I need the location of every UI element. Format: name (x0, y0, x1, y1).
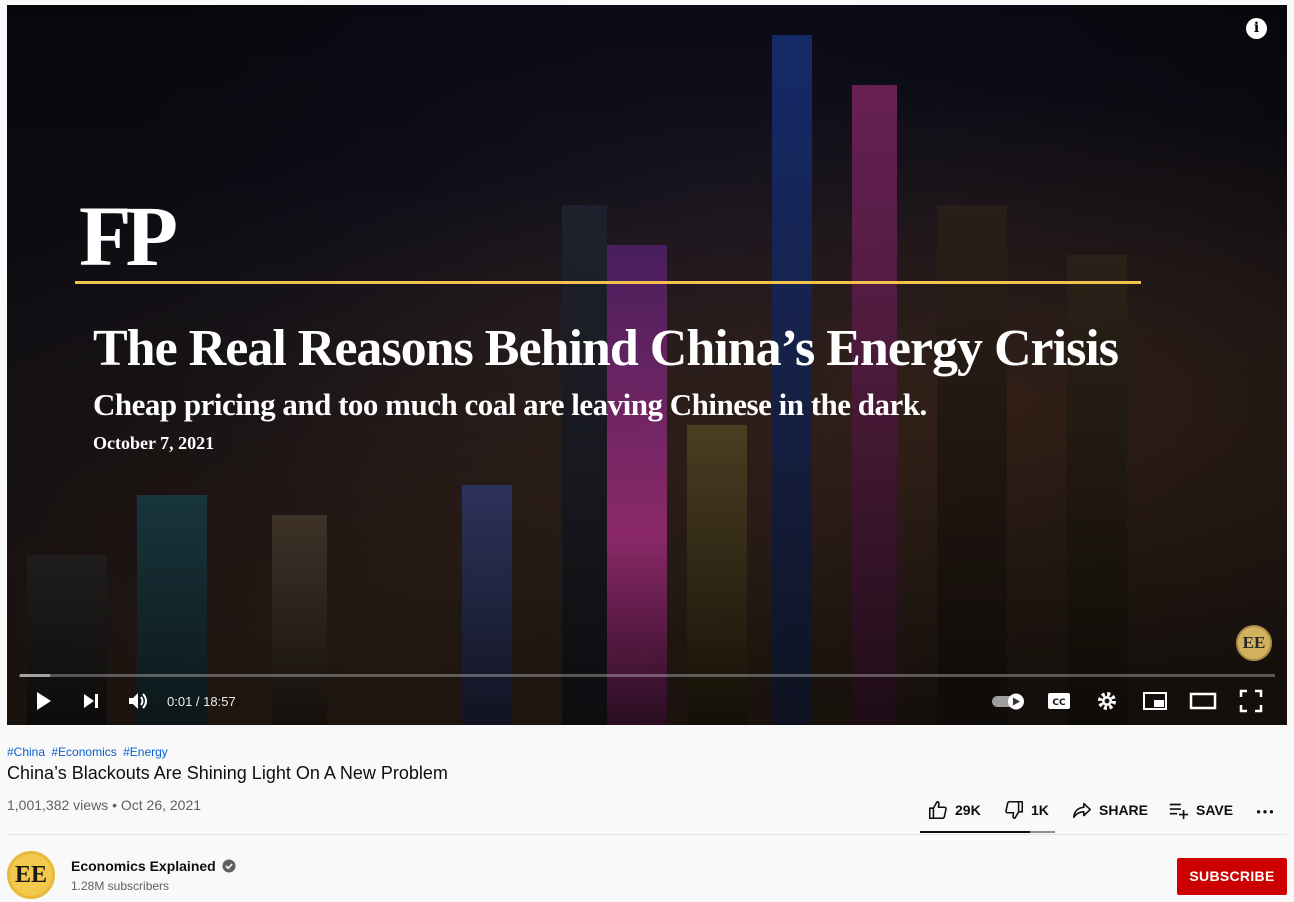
play-icon (37, 692, 51, 710)
save-label: SAVE (1196, 802, 1234, 818)
like-button[interactable]: 29K (927, 796, 981, 824)
video-meta: 1,001,382 views • Oct 26, 2021 (7, 797, 202, 813)
progress-bar[interactable] (19, 674, 1275, 677)
add-to-playlist-icon (1169, 803, 1189, 820)
more-horizontal-icon (1256, 810, 1274, 814)
player-controls: 0:01 / 18:57 CC (7, 681, 1287, 721)
miniplayer-button[interactable] (1141, 687, 1169, 715)
share-label: SHARE (1099, 802, 1149, 818)
closed-captions-icon: CC (1048, 693, 1070, 709)
progress-loaded (19, 674, 51, 677)
autoplay-toggle-icon (992, 693, 1024, 710)
sentiment-bar-dislike (1030, 831, 1055, 833)
video-player[interactable]: FP The Real Reasons Behind China’s Energ… (7, 5, 1287, 725)
fullscreen-button[interactable] (1237, 687, 1265, 715)
subscribe-button[interactable]: SUBSCRIBE (1177, 858, 1287, 895)
progress-played (19, 674, 21, 677)
fp-logo: FP (79, 188, 178, 284)
theater-mode-icon (1189, 692, 1217, 710)
channel-name: Economics Explained (71, 858, 216, 874)
hashtag-link[interactable]: #Energy (123, 745, 168, 759)
channel-name-link[interactable]: Economics Explained (71, 858, 236, 874)
gold-divider (75, 281, 1141, 284)
frame-date: October 7, 2021 (93, 433, 215, 453)
like-count: 29K (955, 802, 981, 818)
play-button[interactable] (29, 687, 57, 715)
video-title: China’s Blackouts Are Shining Light On A… (7, 763, 448, 783)
autoplay-toggle[interactable] (991, 687, 1027, 715)
channel-avatar[interactable]: EE (7, 851, 55, 899)
time-display: 0:01 / 18:57 (167, 694, 236, 709)
hashtag-link[interactable]: #China (7, 745, 45, 759)
dislike-button[interactable]: 1K (1003, 796, 1049, 824)
frame-subhead: Cheap pricing and too much coal are leav… (93, 387, 927, 422)
settings-button[interactable] (1093, 687, 1121, 715)
next-button[interactable] (77, 687, 105, 715)
share-icon (1072, 802, 1092, 819)
thumbs-up-icon (928, 800, 947, 820)
share-button[interactable]: SHARE (1071, 796, 1148, 824)
thumbs-down-icon (1005, 800, 1024, 820)
captions-button[interactable]: CC (1045, 687, 1073, 715)
miniplayer-icon (1143, 692, 1167, 710)
svg-text:CC: CC (1052, 698, 1066, 708)
volume-icon (129, 693, 147, 709)
more-actions-button[interactable] (1254, 796, 1282, 824)
verified-badge-icon (222, 859, 236, 873)
info-icon[interactable]: i (1246, 18, 1267, 39)
fullscreen-icon (1239, 689, 1263, 713)
hashtag-link[interactable]: #Economics (51, 745, 116, 759)
hashtags: #China #Economics #Energy (7, 745, 171, 759)
subscriber-count: 1.28M subscribers (71, 879, 170, 893)
save-button[interactable]: SAVE (1168, 796, 1233, 824)
gear-icon (1098, 692, 1116, 710)
dislike-count: 1K (1031, 802, 1049, 818)
divider (7, 834, 1287, 835)
theater-mode-button[interactable] (1189, 687, 1217, 715)
frame-headline: The Real Reasons Behind China’s Energy C… (93, 320, 1119, 377)
volume-button[interactable] (124, 687, 152, 715)
channel-watermark[interactable]: EE (1236, 625, 1272, 661)
skip-next-icon (84, 694, 98, 708)
youtube-watch-page: FP The Real Reasons Behind China’s Energ… (0, 0, 1294, 902)
